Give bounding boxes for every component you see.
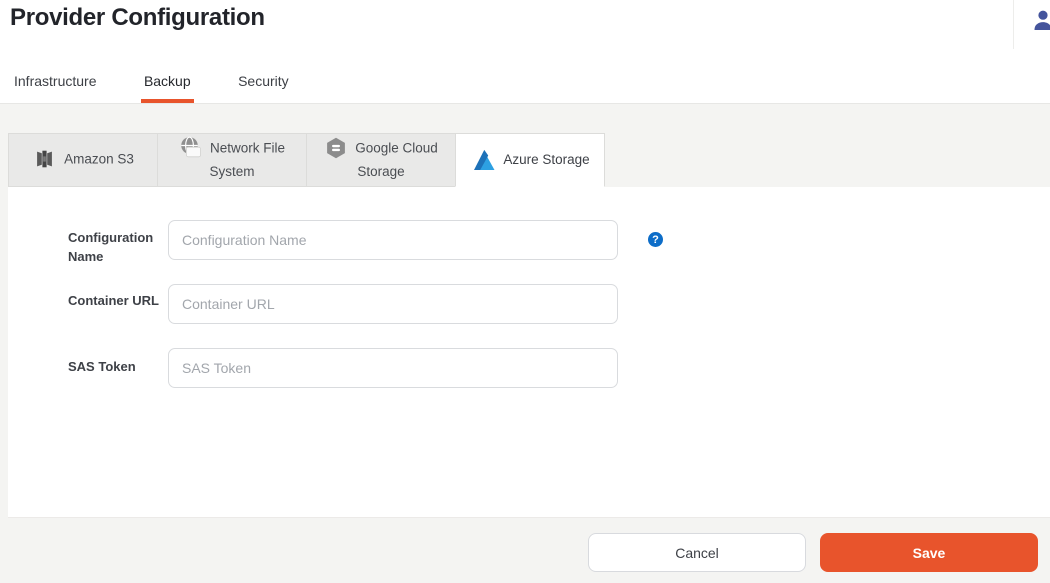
configuration-name-input[interactable] [168,220,618,260]
help-icon[interactable]: ? [648,232,663,247]
provider-tab-bar: Amazon S3 Network File System [8,133,605,187]
tab-infrastructure[interactable]: Infrastructure [11,60,99,103]
azure-storage-icon [470,148,496,171]
tab-network-file-system[interactable]: Network File System [157,133,307,187]
tab-azure-storage[interactable]: Azure Storage [455,133,605,187]
tab-google-cloud-storage[interactable]: Google Cloud Storage [306,133,456,187]
header-divider [1013,0,1014,49]
tab-network-file-system-inner: Network File System [158,137,306,183]
tab-label: Google Cloud Storage [355,141,438,179]
provider-configuration-page: Provider Configuration Infrastructure Ba… [0,0,1050,583]
amazon-s3-icon [32,147,57,171]
main-nav-tabs: Infrastructure Backup Security [0,60,1050,104]
cancel-button[interactable]: Cancel [588,533,806,572]
sas-token-input[interactable] [168,348,618,388]
network-file-system-icon [179,136,203,160]
azure-storage-form-card: Configuration Name ? Container URL SAS T… [8,187,1050,518]
container-url-label: Container URL [68,291,160,310]
tab-amazon-s3[interactable]: Amazon S3 [8,133,158,187]
tab-amazon-s3-inner: Amazon S3 [9,148,157,172]
google-cloud-storage-icon [324,136,348,160]
tab-google-cloud-storage-inner: Google Cloud Storage [307,137,455,183]
container-url-input[interactable] [168,284,618,324]
configuration-name-label: Configuration Name [68,228,160,266]
tab-label: Amazon S3 [64,152,134,167]
tab-label: Network File System [209,141,285,179]
tab-backup[interactable]: Backup [141,60,194,103]
save-button[interactable]: Save [820,533,1038,572]
page-title: Provider Configuration [10,4,265,32]
header: Provider Configuration Infrastructure Ba… [0,0,1050,104]
tab-security[interactable]: Security [235,60,292,103]
sas-token-label: SAS Token [68,357,160,376]
tab-azure-storage-inner: Azure Storage [456,149,604,172]
user-account-icon[interactable] [1031,8,1050,32]
tab-label: Azure Storage [503,152,589,167]
